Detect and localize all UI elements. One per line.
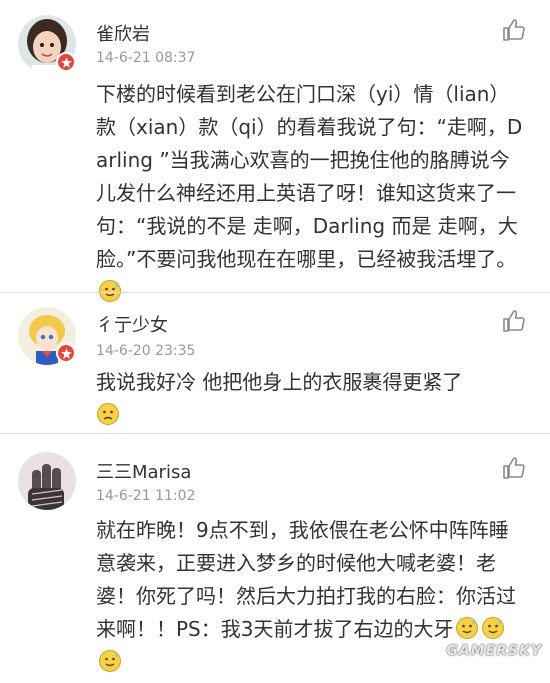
username[interactable]: 三三Marisa bbox=[96, 458, 191, 484]
thumbs-up-icon[interactable] bbox=[502, 309, 526, 333]
comment-body: 就在昨晚！9点不到，我依偎在老公怀中阵阵睡意袭来，正要进入梦乡的时候他大喊老婆！… bbox=[96, 518, 516, 641]
avatar[interactable] bbox=[18, 452, 76, 510]
sweat-smile-emoji-icon bbox=[481, 616, 505, 640]
comment-text: 我说我好冷 他把他身上的衣服裹得更紧了 bbox=[96, 366, 526, 432]
comment-item: 雀欣岩 14-6-21 08:37 下楼的时候看到老公在门口深（yi）情（lia… bbox=[0, 0, 550, 302]
comment-text: 下楼的时候看到老公在门口深（yi）情（lian）款（xian）款（qi）的看着我… bbox=[96, 78, 526, 309]
timestamp: 14-6-21 11:02 bbox=[96, 488, 196, 504]
watermark: GAMERSKY bbox=[446, 643, 542, 659]
thumbs-up-icon[interactable] bbox=[502, 456, 526, 480]
comment-body: 下楼的时候看到老公在门口深（yi）情（lian）款（xian）款（qi）的看着我… bbox=[96, 82, 523, 271]
verified-badge-icon bbox=[56, 52, 76, 72]
comment-item: 三三Marisa 14-6-21 11:02 就在昨晚！9点不到，我依偎在老公怀… bbox=[0, 434, 550, 672]
thumbs-up-icon[interactable] bbox=[502, 18, 526, 42]
verified-badge-icon bbox=[56, 343, 76, 363]
comment-body: 我说我好冷 他把他身上的衣服裹得更紧了 bbox=[96, 370, 463, 394]
timestamp: 14-6-21 08:37 bbox=[96, 50, 196, 66]
sweat-smile-emoji-icon bbox=[455, 616, 479, 640]
comment-item: 彳亍少女 14-6-20 23:35 我说我好冷 他把他身上的衣服裹得更紧了 bbox=[0, 293, 550, 433]
timestamp: 14-6-20 23:35 bbox=[96, 343, 196, 359]
username[interactable]: 雀欣岩 bbox=[96, 20, 150, 46]
sweat-smile-emoji-icon bbox=[98, 649, 122, 673]
sad-emoji-icon bbox=[96, 402, 120, 426]
username[interactable]: 彳亍少女 bbox=[96, 311, 168, 337]
